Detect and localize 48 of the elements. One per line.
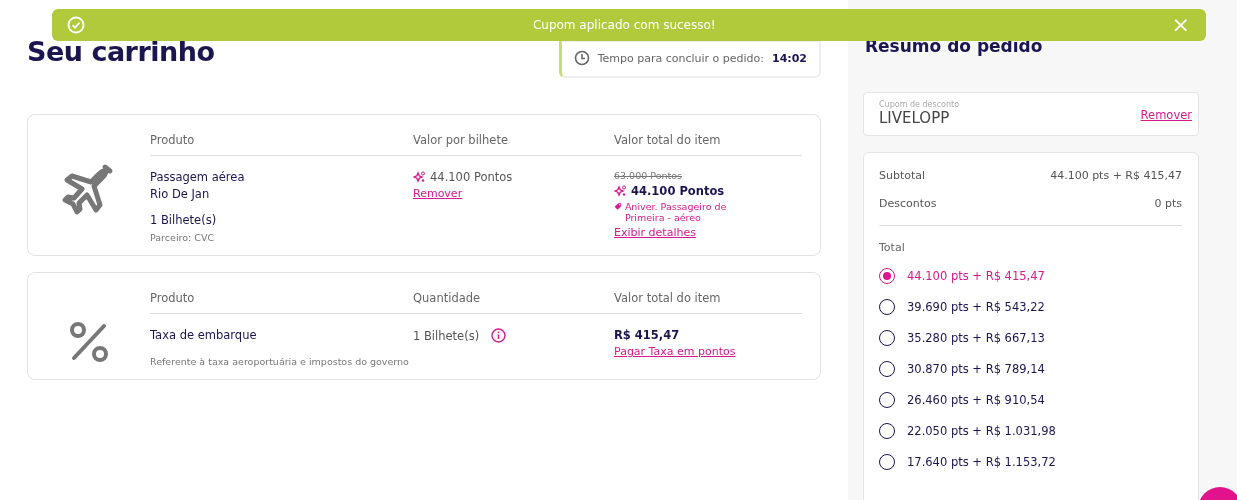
clock-icon (573, 50, 590, 66)
remove-link[interactable]: Remover (413, 187, 463, 200)
column-header: Valor por bilhete (413, 127, 614, 156)
payment-option-label[interactable]: 30.870 pts + R$ 789,14 (907, 362, 1045, 376)
payment-option-label[interactable]: 17.640 pts + R$ 1.153,72 (907, 455, 1056, 469)
fee-description: Referente à taxa aeroportuária e impostos do governo (150, 355, 409, 369)
remove-coupon-link[interactable]: Remover (1140, 108, 1192, 122)
ticket-quantity: 1 Bilhete(s) (413, 328, 480, 343)
product-name: Passagem aérea (150, 170, 245, 184)
total-points: 44.100 Pontos (631, 184, 725, 198)
pay-with-points-link[interactable]: Pagar Taxa em pontos (614, 345, 736, 358)
page-title: Seu carrinho (27, 36, 215, 67)
column-header: Valor total do item (614, 127, 802, 156)
column-header: Valor total do item (614, 285, 802, 314)
payment-option-label[interactable]: 22.050 pts + R$ 1.031,98 (907, 424, 1056, 438)
product-name: Taxa de embarque (150, 328, 257, 342)
sparkle-icon (614, 185, 626, 197)
total-label: Total (879, 241, 906, 254)
original-price: 63.000 Pontos (614, 170, 682, 181)
coupon-code: LIVELOPP (879, 109, 951, 127)
percent-icon (68, 321, 110, 363)
column-header: Quantidade (413, 285, 614, 314)
discount-tag-icon (614, 201, 622, 212)
check-circle-icon (67, 16, 85, 34)
coupon-field[interactable]: Cupom de desconto LIVELOPP Remover (863, 92, 1199, 136)
payment-option-label[interactable]: 44.100 pts + R$ 415,47 (907, 269, 1045, 283)
field-label: Cupom de desconto (879, 100, 960, 109)
timer-value: 14:02 (772, 51, 807, 65)
payment-option-label[interactable]: 35.280 pts + R$ 667,13 (907, 331, 1045, 345)
summary-label: Subtotal (879, 169, 926, 182)
column-header: Produto (150, 127, 413, 156)
summary-value: 0 pts (1154, 197, 1182, 210)
details-link[interactable]: Exibir detalhes (614, 226, 696, 239)
sparkle-icon (413, 171, 425, 183)
column-header: Produto (150, 285, 413, 314)
summary-value: 44.100 pts + R$ 415,47 (1050, 169, 1182, 182)
info-icon (491, 328, 507, 343)
timer-label: Tempo para concluir o pedido: (597, 51, 764, 65)
partner-text: Parceiro: CVC (150, 231, 215, 245)
promotion-label: Aniver. Passageiro de Primeira - aéreo (624, 201, 728, 223)
points-price: 44.100 Pontos (430, 170, 513, 184)
ticket-quantity: 1 Bilhete(s) (150, 213, 217, 227)
toast-message: Cupom aplicado com sucesso! (531, 18, 717, 32)
fee-price: R$ 415,47 (614, 328, 680, 342)
payment-option-label[interactable]: 26.460 pts + R$ 910,54 (907, 393, 1045, 407)
payment-option-label[interactable]: 39.690 pts + R$ 543,22 (907, 300, 1045, 314)
summary-label: Descontos (879, 197, 937, 210)
route-text: Rio De Jan (150, 187, 210, 201)
